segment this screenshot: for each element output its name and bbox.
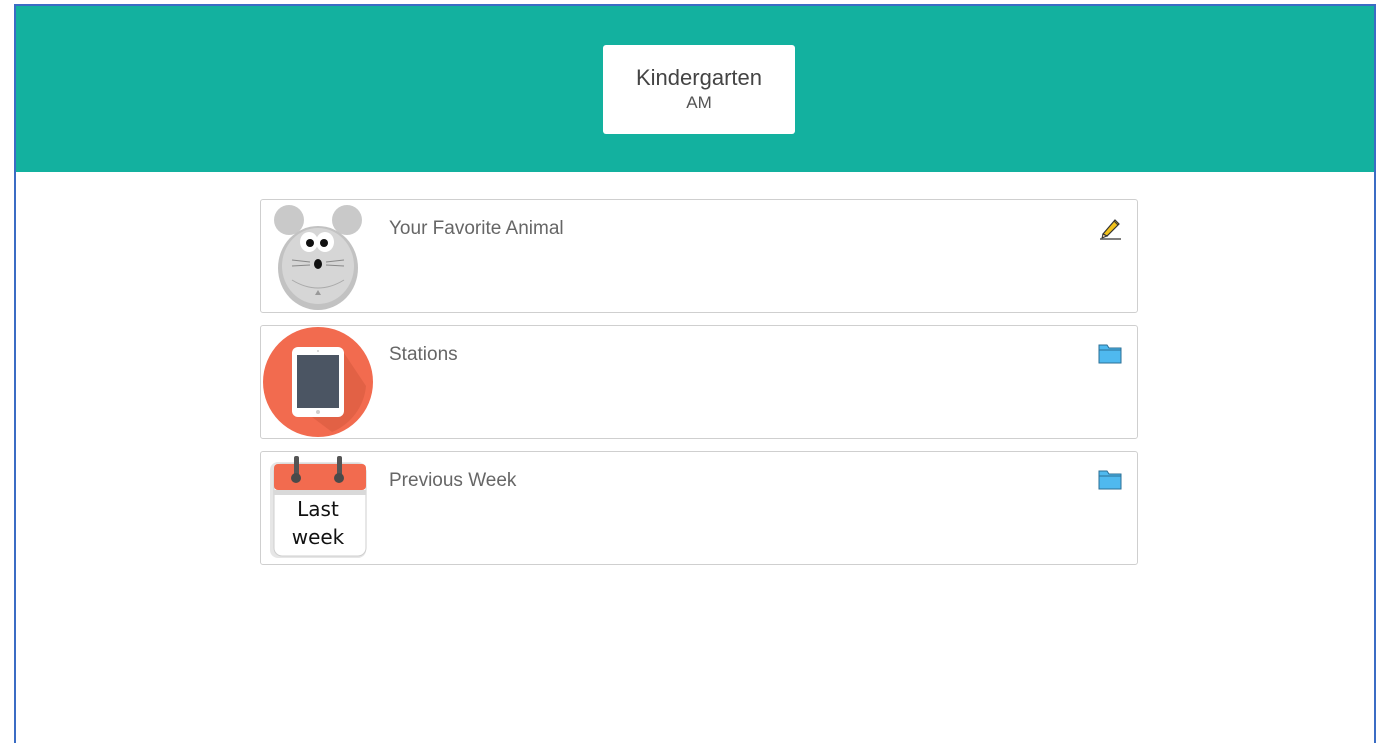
activity-list: Your Favorite Animal Stations Last week … — [260, 199, 1138, 577]
app-frame: Kindergarten AM Your Favorite Animal Sta… — [14, 4, 1376, 743]
class-name: Kindergarten — [636, 65, 762, 90]
calendar-line-2: week — [292, 525, 345, 549]
list-item-previous-week[interactable]: Last week Previous Week — [260, 451, 1138, 565]
tablet-image — [262, 326, 374, 438]
pencil-icon[interactable] — [1097, 214, 1123, 240]
class-header: Kindergarten AM — [16, 6, 1374, 172]
folder-icon[interactable] — [1097, 340, 1123, 366]
list-item-favorite-animal[interactable]: Your Favorite Animal — [260, 199, 1138, 313]
folder-icon[interactable] — [1097, 466, 1123, 492]
calendar-image: Last week — [262, 452, 374, 564]
calendar-line-1: Last — [297, 497, 339, 521]
class-session: AM — [686, 93, 712, 112]
item-title[interactable]: Your Favorite Animal — [389, 218, 564, 240]
class-card[interactable]: Kindergarten AM — [603, 45, 795, 134]
item-title[interactable]: Previous Week — [389, 470, 516, 492]
list-item-stations[interactable]: Stations — [260, 325, 1138, 439]
mouse-timer-image — [262, 200, 374, 312]
item-title[interactable]: Stations — [389, 344, 458, 366]
